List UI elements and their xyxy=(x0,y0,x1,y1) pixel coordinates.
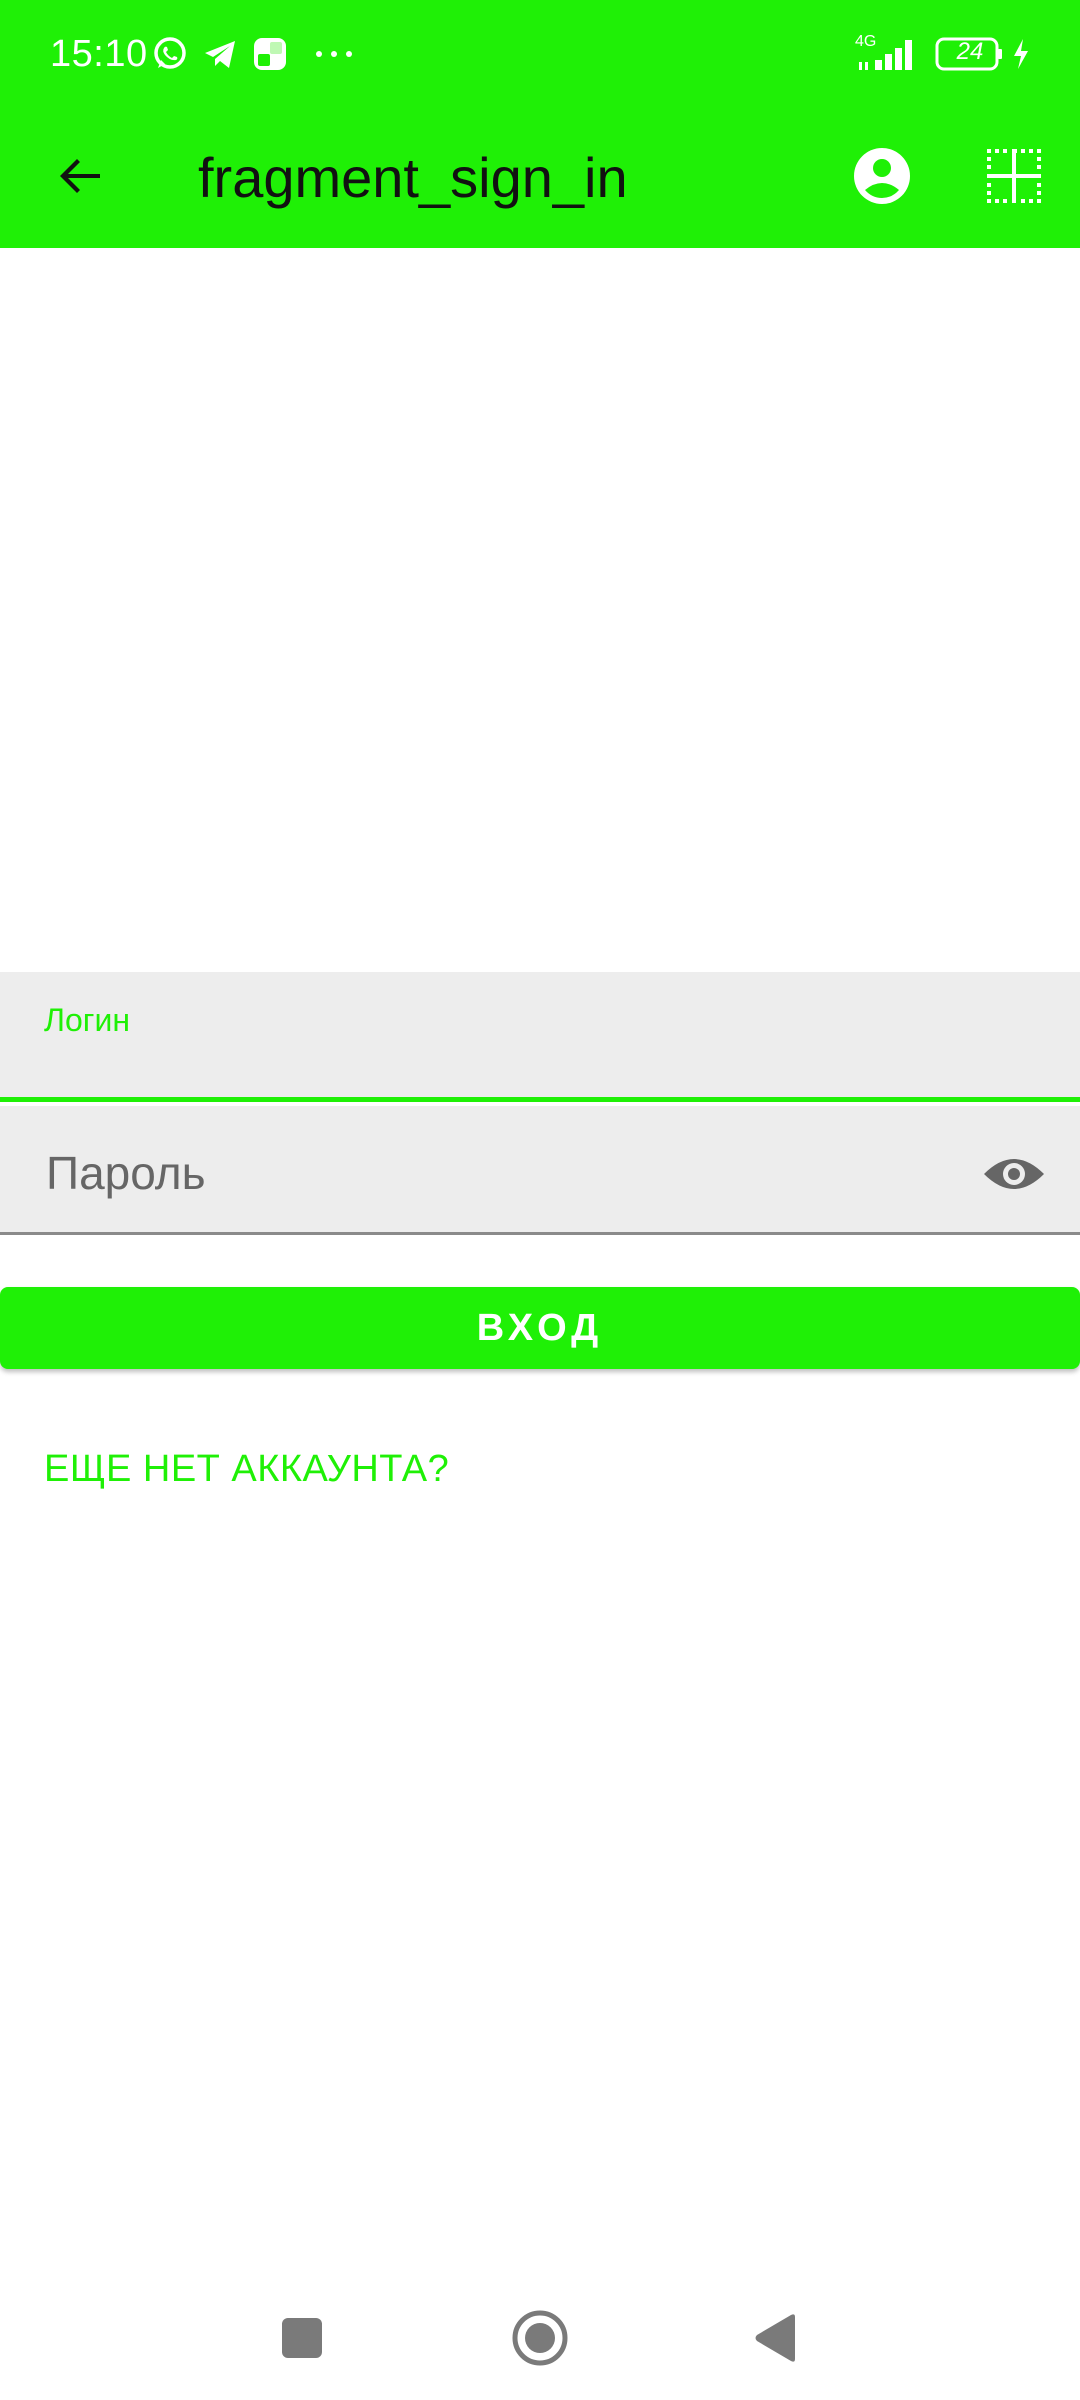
whatsapp-icon xyxy=(150,34,190,74)
login-button[interactable]: ВХОД xyxy=(0,1287,1080,1369)
status-time: 15:10 xyxy=(50,33,148,75)
system-navigation-bar xyxy=(0,2280,1080,2400)
home-icon xyxy=(510,2308,570,2373)
charging-icon xyxy=(1004,34,1038,74)
battery-level: 24 xyxy=(956,38,984,65)
login-field[interactable]: Логин xyxy=(0,972,1080,1102)
account-circle-icon xyxy=(852,146,912,211)
password-field[interactable] xyxy=(0,1106,1080,1235)
grid-button[interactable] xyxy=(974,138,1054,218)
back-nav-button[interactable] xyxy=(736,2300,816,2380)
eye-icon xyxy=(982,1152,1046,1201)
password-input[interactable] xyxy=(44,1138,944,1208)
toggle-password-visibility-button[interactable] xyxy=(978,1140,1050,1212)
back-button[interactable] xyxy=(40,138,120,218)
app-notification-icon xyxy=(250,34,290,74)
page-title: fragment_sign_in xyxy=(198,146,628,209)
status-bar: 15:10 4G 24 xyxy=(0,0,1080,108)
app-bar: fragment_sign_in xyxy=(0,108,1080,248)
telegram-icon xyxy=(200,34,240,74)
back-icon xyxy=(753,2313,799,2368)
arrow-back-icon xyxy=(52,148,108,209)
recents-icon xyxy=(280,2316,324,2365)
grid-icon xyxy=(984,146,1044,211)
more-notifications-icon xyxy=(312,34,356,74)
home-button[interactable] xyxy=(500,2300,580,2380)
login-input[interactable] xyxy=(44,1032,1036,1082)
account-button[interactable] xyxy=(842,138,922,218)
recents-button[interactable] xyxy=(262,2300,342,2380)
signup-link[interactable]: ЕЩЕ НЕТ АККАУНТА? xyxy=(44,1448,449,1491)
signal-icon xyxy=(855,34,925,74)
